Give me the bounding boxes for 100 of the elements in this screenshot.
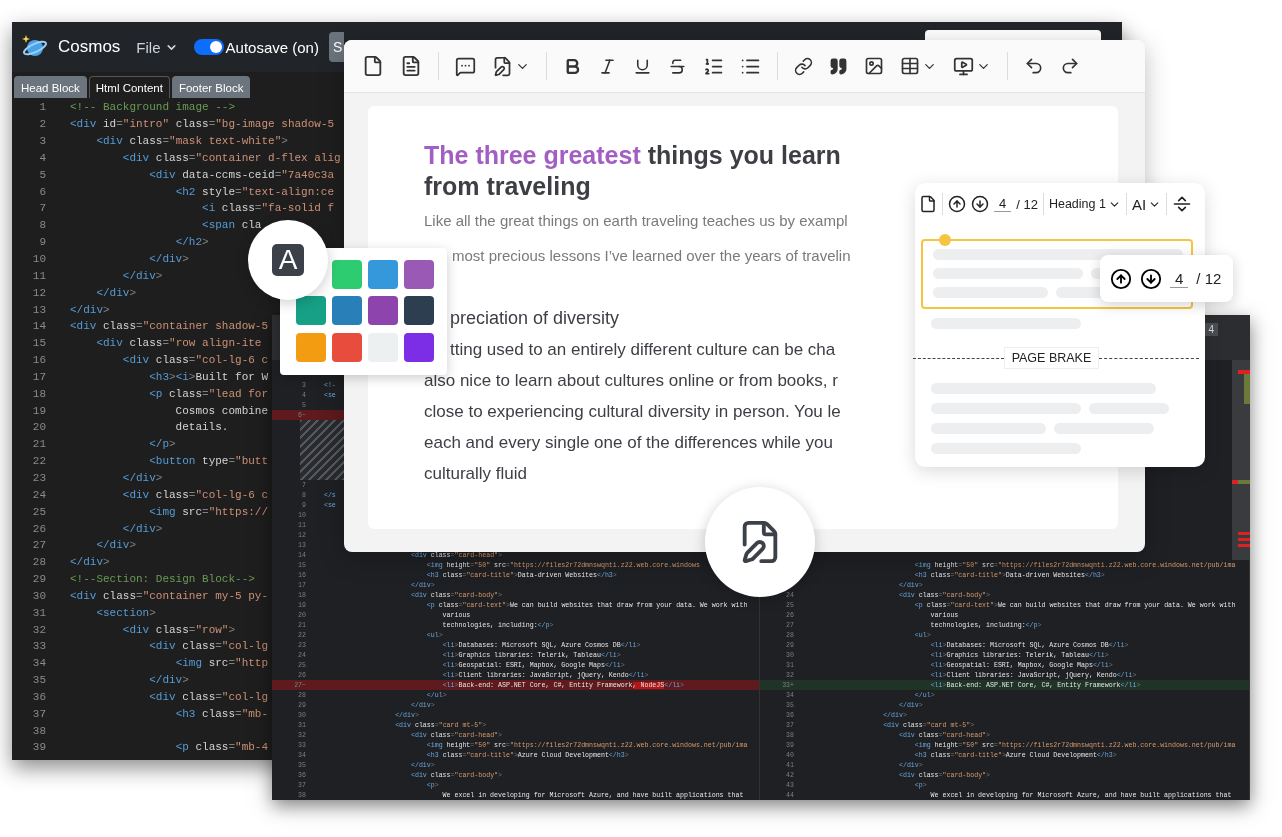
color-swatch[interactable] xyxy=(296,332,326,362)
lead-text: Like all the great things on earth traveling teaches us by exampl xyxy=(424,211,848,231)
comment-icon[interactable] xyxy=(455,55,476,77)
code-line: <div class="row align-ite xyxy=(95,337,262,350)
code-line: <div class="container my-5 py- xyxy=(70,589,269,602)
body-text: also nice to learn about cultures online or from books, r xyxy=(424,370,838,392)
code-line: <h2 style="text-align:ce xyxy=(174,185,335,198)
color-swatch[interactable] xyxy=(404,332,434,362)
editor-tab[interactable]: Footer Block xyxy=(171,76,251,98)
pdf-file-icon[interactable] xyxy=(919,195,937,213)
line-number: 8 xyxy=(38,219,46,232)
line-number: 19 xyxy=(31,404,46,417)
pdf-file-icon[interactable] xyxy=(362,55,384,77)
code-line: <div class="col-lg xyxy=(148,690,269,703)
autosave-toggle[interactable] xyxy=(193,39,224,55)
line-number: 36 xyxy=(31,690,46,703)
line-number: 21 xyxy=(31,438,46,451)
block-handle[interactable] xyxy=(939,234,951,246)
line-number: 22 xyxy=(31,455,46,468)
image-icon[interactable] xyxy=(864,56,884,76)
line-number: 24 xyxy=(31,488,46,501)
color-swatch[interactable] xyxy=(368,296,398,326)
heading-style-select[interactable]: Heading 1 xyxy=(1048,197,1121,211)
line-number: 39 xyxy=(31,741,46,754)
page-break-icon[interactable] xyxy=(1172,194,1193,214)
line-number: 31 xyxy=(31,606,46,619)
code-line: <i class="fa-solid f xyxy=(201,202,335,215)
arrow-up-icon[interactable] xyxy=(948,195,966,213)
word-file-icon[interactable] xyxy=(400,55,422,77)
redo-icon[interactable] xyxy=(1060,56,1080,76)
code-line: <div class="mask text-white"> xyxy=(95,135,288,148)
code-line: <!--Section: Design Block--> xyxy=(70,573,255,586)
line-number: 6 xyxy=(38,185,46,198)
code-line: </div> xyxy=(70,303,110,316)
body-text: culturally fluid xyxy=(424,463,527,485)
autosave-label: Autosave (on) xyxy=(225,38,319,56)
underline-icon[interactable] xyxy=(633,56,652,76)
page-number-field[interactable]: 4 xyxy=(1170,269,1189,288)
input-field[interactable] xyxy=(925,30,1101,40)
line-number: 16 xyxy=(31,354,46,367)
code-line: <p class="mb-4 xyxy=(174,741,269,754)
line-number: 13 xyxy=(31,303,46,316)
page-total: / 12 xyxy=(1016,196,1038,212)
arrow-down-icon[interactable] xyxy=(971,195,989,213)
code-line: </div> xyxy=(148,674,189,687)
strikethrough-icon[interactable] xyxy=(668,56,687,76)
line-number: 15 xyxy=(31,337,46,350)
color-swatch[interactable] xyxy=(404,260,434,289)
line-number: 29 xyxy=(31,573,46,586)
code-line: </p> xyxy=(148,438,176,451)
italic-icon[interactable] xyxy=(598,56,617,76)
editor-tab[interactable]: Head Block xyxy=(14,76,87,98)
quote-icon[interactable] xyxy=(829,56,848,76)
line-number: 3 xyxy=(38,135,46,148)
line-number: 27 xyxy=(31,539,46,552)
color-swatch[interactable] xyxy=(296,296,326,326)
app-name: Cosmos xyxy=(58,37,121,57)
note-edit-icon[interactable] xyxy=(492,55,513,77)
line-number: 26 xyxy=(31,522,46,535)
font-size-select[interactable]: AI xyxy=(1131,195,1162,213)
font-color-button[interactable]: A xyxy=(272,244,304,276)
line-number: 10 xyxy=(31,253,46,265)
code-line: </div> xyxy=(121,472,163,484)
code-line: <h3 class="mb- xyxy=(174,707,269,720)
line-number: 38 xyxy=(31,724,46,737)
video-icon[interactable] xyxy=(953,55,974,77)
line-number: 1 xyxy=(38,101,46,114)
table-icon[interactable] xyxy=(900,56,920,76)
color-swatch[interactable] xyxy=(332,296,362,326)
line-number: 32 xyxy=(31,623,46,636)
line-number: 34 xyxy=(31,657,46,670)
code-line: </h2> xyxy=(174,236,209,249)
section-heading: preciation of diversity xyxy=(449,307,620,330)
undo-icon[interactable] xyxy=(1024,56,1044,76)
page-total: / 12 xyxy=(1196,270,1222,287)
editor-tab[interactable]: Html Content xyxy=(88,76,170,98)
line-number: 37 xyxy=(31,707,46,720)
file-menu[interactable]: File xyxy=(130,38,184,56)
code-line: <img src="http xyxy=(174,657,269,670)
lead-text: most precious lessons I’ve learned over the years of travelin xyxy=(451,246,851,266)
color-swatch[interactable] xyxy=(332,260,362,289)
line-number: 9 xyxy=(38,236,46,249)
line-number: 11 xyxy=(31,269,46,282)
code-line: details. xyxy=(174,421,229,434)
code-line: <div class="row"> xyxy=(121,623,236,636)
line-number: 25 xyxy=(31,505,46,518)
color-swatch[interactable] xyxy=(332,332,362,362)
document-title: The three greatest things you learn from traveling xyxy=(424,140,842,202)
line-number: 23 xyxy=(31,472,46,484)
code-line: </div> xyxy=(95,539,137,552)
code-line: <div class="container shadow-5 xyxy=(70,320,269,333)
code-line: <p class="lead for xyxy=(148,387,269,400)
color-swatch[interactable] xyxy=(404,296,434,326)
color-swatch[interactable] xyxy=(368,260,398,289)
page-number-field[interactable]: 4 xyxy=(994,196,1012,212)
link-icon[interactable] xyxy=(794,56,813,76)
toolbar-button[interactable]: S xyxy=(328,32,345,62)
code-line: <h3><i>Built for W xyxy=(148,370,269,383)
line-number: 7 xyxy=(38,202,46,215)
line-number: 17 xyxy=(31,370,46,383)
